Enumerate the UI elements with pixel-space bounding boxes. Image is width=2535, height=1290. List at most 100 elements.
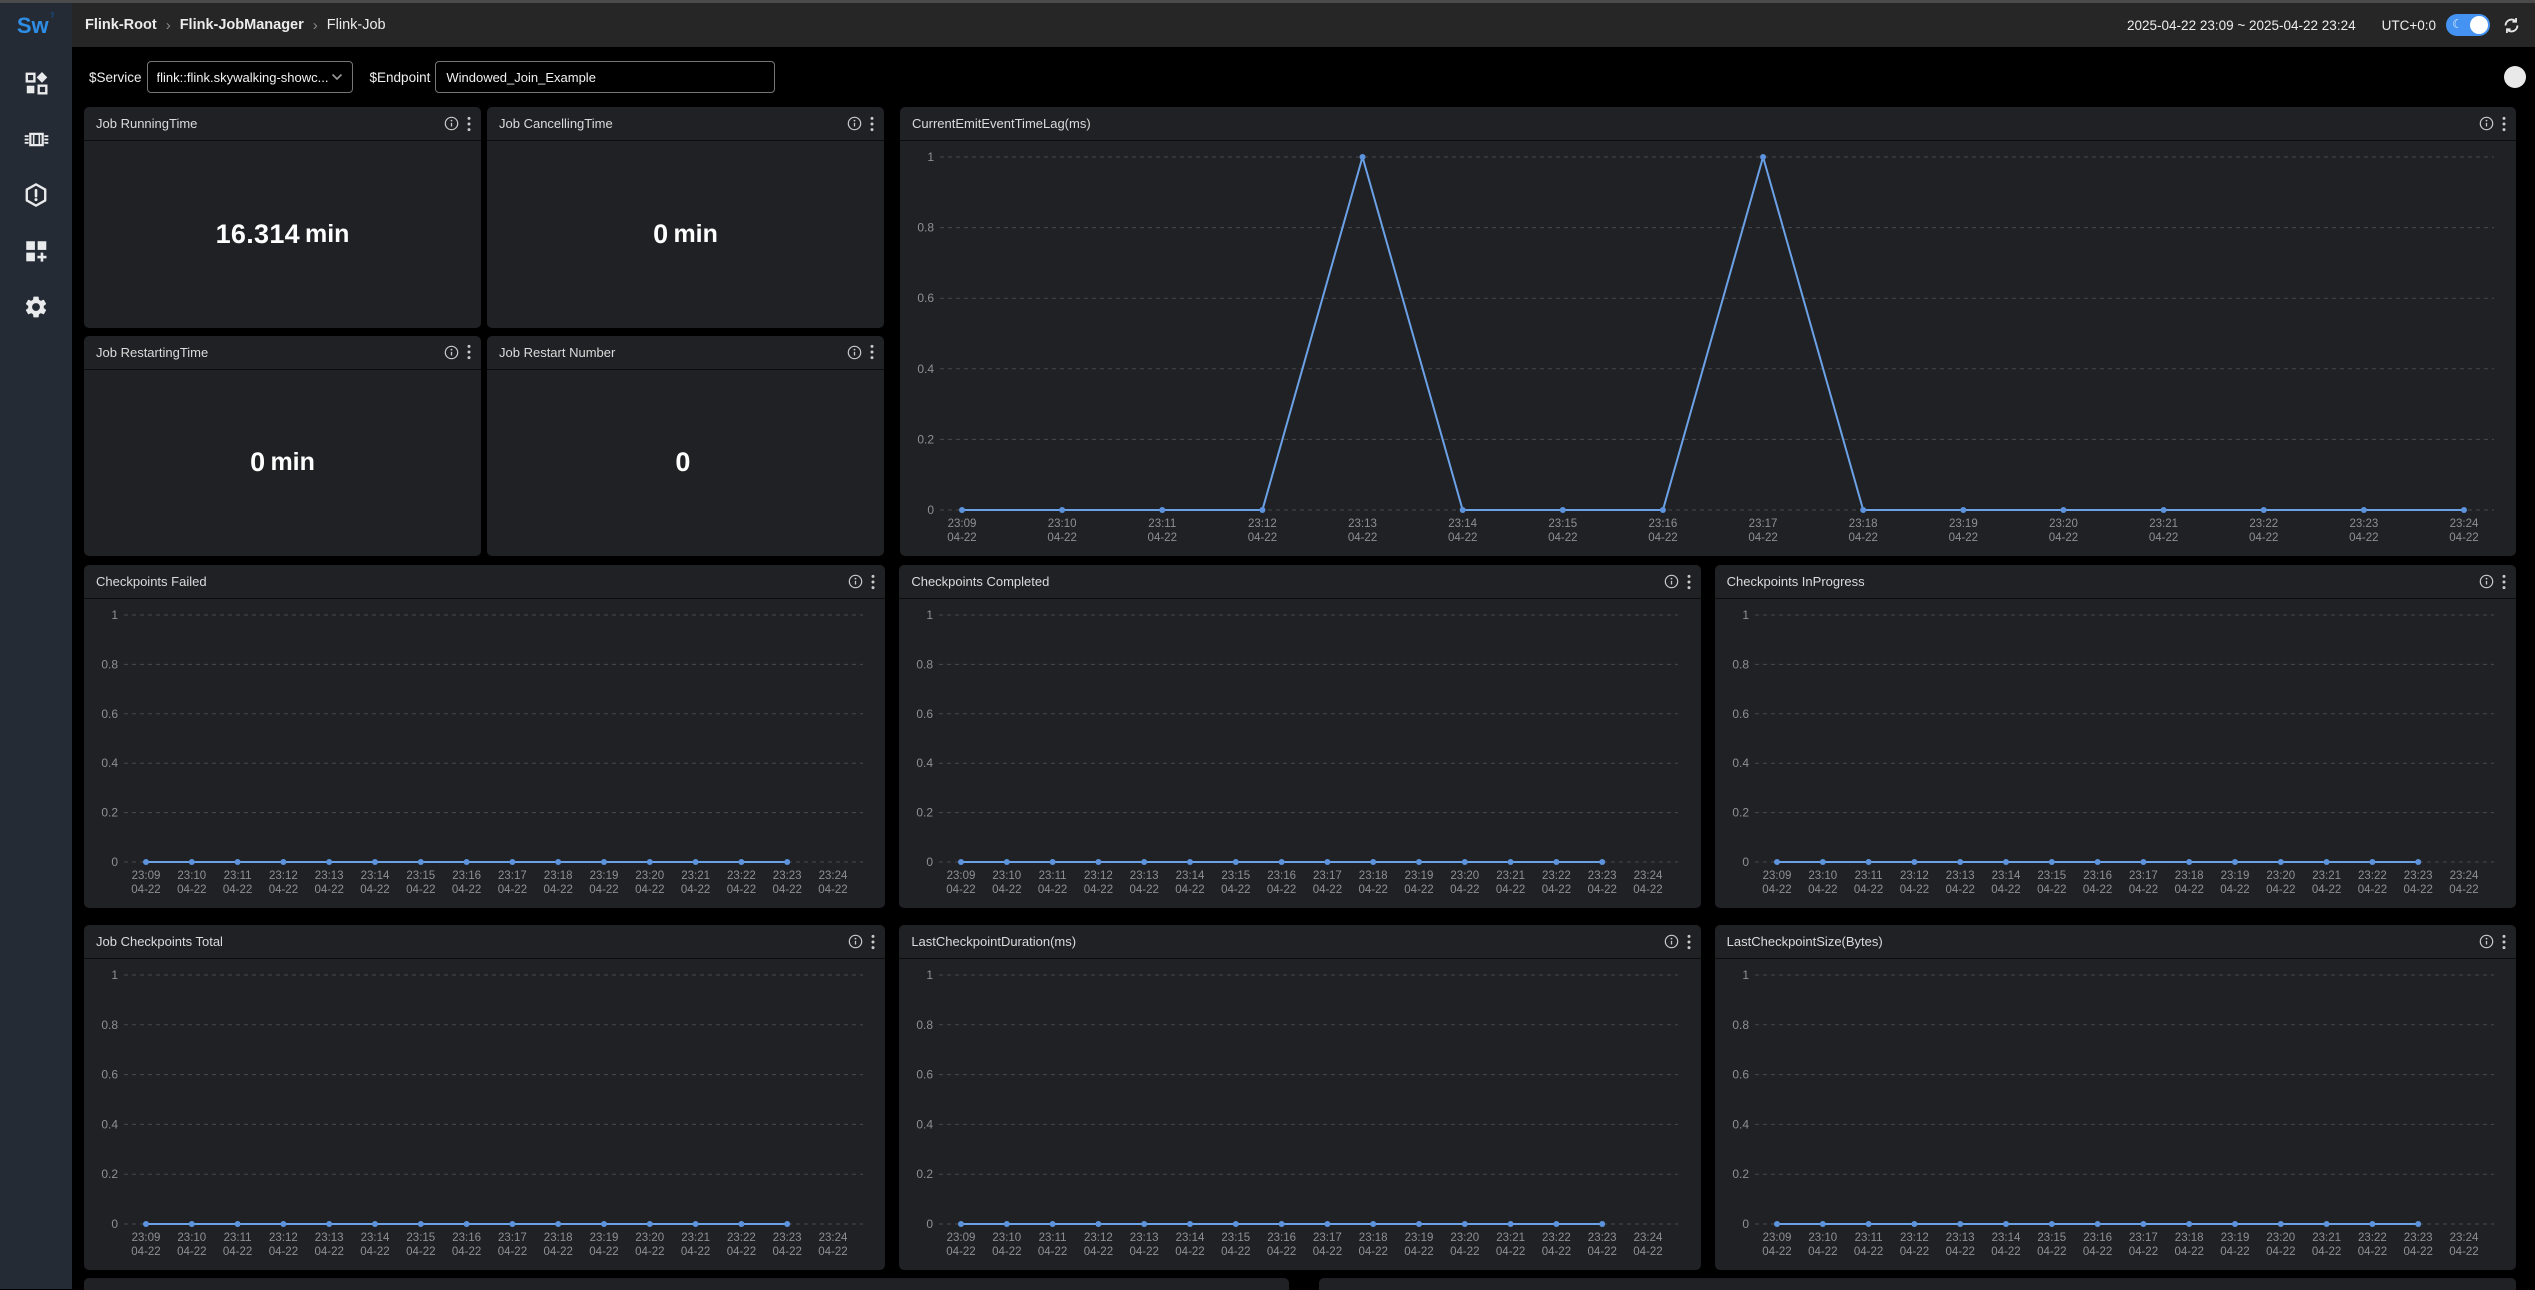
info-icon[interactable] <box>444 345 459 360</box>
svg-text:23:15: 23:15 <box>1548 518 1577 530</box>
svg-text:04-22: 04-22 <box>2357 884 2386 896</box>
svg-text:23:18: 23:18 <box>544 1232 573 1244</box>
svg-text:04-22: 04-22 <box>635 1246 664 1258</box>
refresh-button[interactable] <box>2502 16 2521 35</box>
svg-text:23:13: 23:13 <box>315 1232 344 1244</box>
info-icon[interactable] <box>2479 574 2494 589</box>
svg-text:23:16: 23:16 <box>1268 870 1297 882</box>
panel-title: LastCheckpointDuration(ms) <box>911 934 1655 949</box>
panel-header: Job Restart Number <box>487 336 884 370</box>
kebab-menu-icon[interactable] <box>870 344 874 360</box>
svg-text:04-22: 04-22 <box>2174 1246 2203 1258</box>
breadcrumb-item-jobmanager[interactable]: Flink-JobManager <box>180 17 304 33</box>
panel-header: Job Checkpoints Total <box>84 925 885 959</box>
svg-text:23:23: 23:23 <box>773 870 802 882</box>
svg-text:04-22: 04-22 <box>1548 532 1577 544</box>
skywalking-logo[interactable]: Sw ’ <box>17 13 55 47</box>
svg-text:23:19: 23:19 <box>1405 1232 1434 1244</box>
kebab-menu-icon[interactable] <box>467 116 471 132</box>
filter-toggle-knob[interactable] <box>2504 66 2526 88</box>
panel-stub-right <box>1319 1278 2516 1290</box>
kebab-menu-icon[interactable] <box>2502 574 2506 590</box>
breadcrumb-item-root[interactable]: Flink-Root <box>85 17 157 33</box>
info-icon[interactable] <box>1664 934 1679 949</box>
kebab-menu-icon[interactable] <box>870 116 874 132</box>
svg-text:04-22: 04-22 <box>1450 884 1479 896</box>
time-range-picker[interactable]: 2025-04-22 23:09 ~ 2025-04-22 23:24 <box>2127 18 2356 33</box>
info-icon[interactable] <box>1664 574 1679 589</box>
svg-text:04-22: 04-22 <box>131 884 160 896</box>
svg-text:0.4: 0.4 <box>101 756 118 770</box>
line-chart[interactable]: 00.20.40.60.8123:0904-2223:1004-2223:110… <box>899 959 1700 1270</box>
svg-text:0.6: 0.6 <box>917 291 934 305</box>
svg-text:0.2: 0.2 <box>917 806 934 820</box>
svg-text:04-22: 04-22 <box>947 884 976 896</box>
info-icon[interactable] <box>444 116 459 131</box>
line-chart[interactable]: 00.20.40.60.8123:0904-2223:1004-2223:110… <box>84 599 885 908</box>
svg-text:0.6: 0.6 <box>917 1068 934 1082</box>
svg-text:04-22: 04-22 <box>2249 532 2278 544</box>
kebab-menu-icon[interactable] <box>871 574 875 590</box>
info-icon[interactable] <box>2479 934 2494 949</box>
service-label: $Service <box>89 70 142 85</box>
info-icon[interactable] <box>847 116 862 131</box>
svg-text:23:16: 23:16 <box>452 1232 481 1244</box>
chart-checkpoints-inprogress: Checkpoints InProgress 00.20.40.60.8123:… <box>1715 565 2516 908</box>
svg-text:23:09: 23:09 <box>1762 1232 1791 1244</box>
svg-text:23:10: 23:10 <box>993 870 1022 882</box>
endpoint-input[interactable] <box>435 61 775 93</box>
kebab-menu-icon[interactable] <box>2502 934 2506 950</box>
sidebar-item-settings[interactable] <box>16 287 56 327</box>
info-icon[interactable] <box>847 345 862 360</box>
svg-text:0.8: 0.8 <box>1732 1018 1749 1032</box>
svg-text:04-22: 04-22 <box>1084 884 1113 896</box>
svg-text:23:20: 23:20 <box>635 1232 664 1244</box>
panel-header: Checkpoints Completed <box>899 565 1700 599</box>
svg-text:23:09: 23:09 <box>948 518 977 530</box>
kebab-menu-icon[interactable] <box>1687 574 1691 590</box>
breadcrumb-item-job[interactable]: Flink-Job <box>327 17 386 33</box>
svg-text:23:09: 23:09 <box>947 1232 976 1244</box>
svg-text:04-22: 04-22 <box>1359 1246 1388 1258</box>
sidebar-item-dashboards[interactable] <box>16 231 56 271</box>
card-job-running-time: Job RunningTime 16.314 min <box>84 107 481 328</box>
svg-text:0.4: 0.4 <box>1732 1117 1749 1131</box>
svg-text:04-22: 04-22 <box>2083 884 2112 896</box>
line-chart[interactable]: 00.20.40.60.8123:0904-2223:1004-2223:110… <box>899 599 1700 908</box>
line-chart[interactable]: 00.20.40.60.8123:0904-2223:1004-2223:110… <box>900 141 2516 556</box>
line-chart[interactable]: 00.20.40.60.8123:0904-2223:1004-2223:110… <box>84 959 885 1270</box>
svg-text:23:15: 23:15 <box>1222 1232 1251 1244</box>
chart-checkpoints-failed: Checkpoints Failed 00.20.40.60.8123:0904… <box>84 565 885 908</box>
panel-header: LastCheckpointDuration(ms) <box>899 925 1700 959</box>
chip-icon <box>23 126 50 153</box>
chart-last-checkpoint-size: LastCheckpointSize(Bytes) 00.20.40.60.81… <box>1715 925 2516 1270</box>
svg-text:1: 1 <box>927 608 934 622</box>
svg-text:23:24: 23:24 <box>819 870 848 882</box>
panel-header: LastCheckpointSize(Bytes) <box>1715 925 2516 959</box>
info-icon[interactable] <box>848 934 863 949</box>
kebab-menu-icon[interactable] <box>2502 116 2506 132</box>
kebab-menu-icon[interactable] <box>1687 934 1691 950</box>
info-icon[interactable] <box>2479 116 2494 131</box>
line-chart[interactable]: 00.20.40.60.8123:0904-2223:1004-2223:110… <box>1715 959 2516 1270</box>
svg-text:23:14: 23:14 <box>1176 870 1205 882</box>
sidebar-item-marketplace[interactable] <box>16 63 56 103</box>
line-chart[interactable]: 00.20.40.60.8123:0904-2223:1004-2223:110… <box>1715 599 2516 908</box>
svg-text:04-22: 04-22 <box>1945 884 1974 896</box>
svg-text:04-22: 04-22 <box>1542 1246 1571 1258</box>
svg-text:04-22: 04-22 <box>992 1246 1021 1258</box>
svg-text:23:22: 23:22 <box>2358 1232 2387 1244</box>
svg-text:0.4: 0.4 <box>101 1117 118 1131</box>
sidebar-item-infrastructure[interactable] <box>16 119 56 159</box>
panel-header: Checkpoints Failed <box>84 565 885 599</box>
sidebar-item-alerting[interactable] <box>16 175 56 215</box>
metric-unit: min <box>673 220 717 249</box>
info-icon[interactable] <box>848 574 863 589</box>
dark-mode-toggle[interactable]: ☾ <box>2446 14 2490 36</box>
kebab-menu-icon[interactable] <box>871 934 875 950</box>
kebab-menu-icon[interactable] <box>467 344 471 360</box>
svg-text:04-22: 04-22 <box>1848 532 1877 544</box>
service-select[interactable]: flink::flink.skywalking-showc... <box>147 61 353 93</box>
svg-text:04-22: 04-22 <box>1762 1246 1791 1258</box>
svg-text:23:21: 23:21 <box>2149 518 2178 530</box>
